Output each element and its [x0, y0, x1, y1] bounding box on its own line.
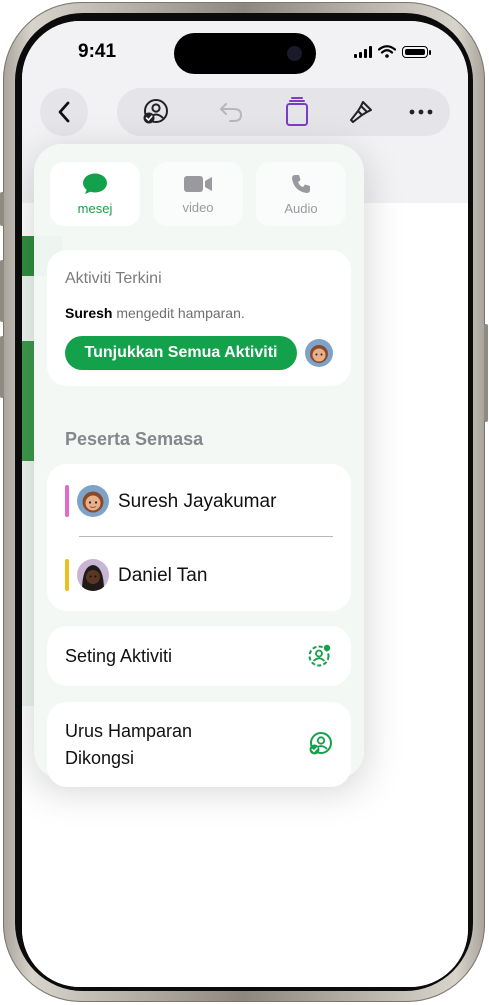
message-label: mesej	[77, 200, 113, 216]
participants-card: Suresh Jayakumar Daniel Tan	[47, 464, 351, 611]
chevron-left-icon	[58, 101, 70, 123]
organize-button[interactable]	[273, 88, 321, 136]
message-bubble-icon	[83, 173, 107, 194]
activity-settings-label: Seting Aktiviti	[65, 646, 173, 666]
participant-row[interactable]: Suresh Jayakumar	[47, 469, 351, 529]
back-button[interactable]	[40, 88, 88, 136]
manage-shared-label-line1: Urus Hamparan	[65, 721, 193, 741]
stack-pages-icon	[286, 97, 308, 126]
avatar	[77, 559, 109, 591]
ellipsis-icon	[409, 109, 433, 115]
video-button[interactable]: video	[153, 162, 243, 226]
video-camera-icon	[184, 175, 212, 192]
manage-shared-row[interactable]: Urus Hamparan Dikongsi	[47, 702, 351, 787]
format-button[interactable]	[337, 88, 385, 136]
cellular-signal-icon	[354, 45, 372, 58]
toolbar	[117, 88, 450, 136]
gear-person-icon	[308, 644, 331, 667]
participant-name: Suresh Jayakumar	[118, 491, 277, 512]
person-checkmark-icon	[309, 732, 332, 755]
volume-up-button	[0, 260, 4, 322]
phone-icon	[292, 174, 310, 193]
activity-settings-row[interactable]: Seting Aktiviti	[47, 626, 351, 686]
collaborate-button[interactable]	[131, 88, 179, 136]
activity-action: mengedit hamparan.	[116, 305, 245, 321]
participant-color-bar	[65, 559, 69, 591]
wifi-icon	[378, 45, 396, 58]
audio-button[interactable]: Audio	[256, 162, 346, 226]
screen: 9:41 mesej video Audio Aktiviti Terkini …	[22, 21, 468, 987]
undo-icon	[220, 103, 243, 122]
paintbrush-icon	[350, 101, 372, 123]
volume-down-button	[0, 336, 4, 398]
avatar	[77, 485, 109, 517]
action-button	[0, 192, 4, 226]
undo-button[interactable]	[207, 88, 255, 136]
participant-name: Daniel Tan	[118, 565, 208, 586]
message-button[interactable]: mesej	[50, 162, 140, 226]
activity-entry: Suresh mengedit hamparan.	[65, 305, 245, 321]
video-label: video	[182, 199, 214, 215]
battery-icon	[402, 45, 431, 58]
activity-user: Suresh	[65, 305, 113, 321]
dynamic-island	[174, 33, 316, 74]
camera-icon	[287, 46, 302, 61]
avatar	[305, 339, 333, 367]
participant-color-bar	[65, 485, 69, 517]
recent-activity-card: Aktiviti Terkini Suresh mengedit hampara…	[47, 250, 351, 386]
collaboration-popover: mesej video Audio Aktiviti Terkini Sures…	[34, 144, 364, 787]
status-time: 9:41	[78, 41, 117, 62]
recent-activity-title: Aktiviti Terkini	[65, 270, 162, 287]
divider	[79, 536, 333, 537]
sheet-table-block	[22, 341, 34, 461]
manage-shared-label-line2: Dikongsi	[65, 748, 135, 768]
audio-label: Audio	[284, 200, 318, 216]
show-all-activity-button[interactable]: Tunjukkan Semua Aktiviti	[65, 336, 297, 370]
status-icons	[354, 45, 431, 58]
participants-heading: Peserta Semasa	[65, 429, 204, 449]
more-button[interactable]	[397, 88, 445, 136]
participant-row[interactable]: Daniel Tan	[47, 543, 351, 603]
person-checkmark-icon	[143, 99, 168, 124]
power-button	[484, 324, 488, 422]
